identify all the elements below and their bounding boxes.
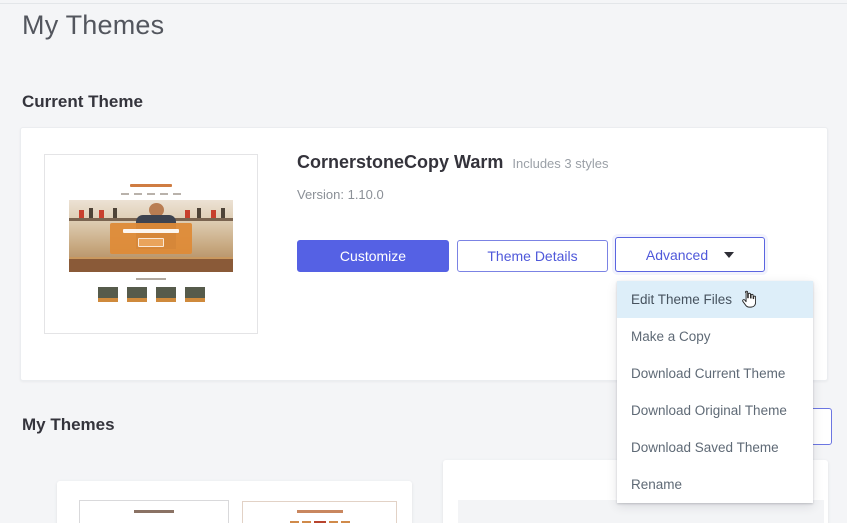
thumb-product-tile [98,287,118,302]
menu-item-download-saved-theme[interactable]: Download Saved Theme [617,429,813,466]
styles-note: Includes 3 styles [512,156,608,171]
top-divider [0,3,847,4]
thumb-site-header [69,178,233,200]
thumb-counter-decor [69,257,233,272]
thumb-hero-overlay [110,223,192,254]
theme-version: Version: 1.10.0 [297,187,384,202]
theme-name-text: CornerstoneCopy Warm [297,152,503,172]
my-themes-section-header: My Themes [22,415,115,435]
theme-details-button[interactable]: Theme Details [457,240,608,272]
menu-item-download-current-theme[interactable]: Download Current Theme [617,355,813,392]
theme-thumbnail-preview [69,178,233,310]
thumb-products-section [69,272,233,310]
advanced-button[interactable]: Advanced [615,237,765,272]
menu-item-rename[interactable]: Rename [617,466,813,503]
menu-item-download-original-theme[interactable]: Download Original Theme [617,392,813,429]
theme-style-preview [242,501,397,523]
theme-name: CornerstoneCopy Warm Includes 3 styles [297,152,608,173]
caret-down-icon [724,252,734,258]
theme-card [57,481,412,523]
thumb-nav [121,193,181,195]
theme-style-preview [79,500,229,523]
advanced-button-label: Advanced [646,247,708,263]
current-theme-section-header: Current Theme [22,92,143,112]
advanced-dropdown-menu: Edit Theme Files Make a Copy Download Cu… [617,281,813,503]
page-title: My Themes [22,10,164,41]
customize-button[interactable]: Customize [297,240,449,272]
thumb-product-tile [185,287,205,302]
thumb-product-tile [127,287,147,302]
thumb-hero-photo [69,200,233,272]
menu-item-edit-theme-files[interactable]: Edit Theme Files [617,281,813,318]
thumb-hero-button [138,238,164,247]
theme-thumbnail [44,154,258,334]
hand-pointer-cursor-icon [739,290,756,309]
menu-item-make-a-copy[interactable]: Make a Copy [617,318,813,355]
thumb-product-tile [156,287,176,302]
thumb-logo [130,184,172,187]
theme-thumbnail-placeholder [458,500,824,523]
